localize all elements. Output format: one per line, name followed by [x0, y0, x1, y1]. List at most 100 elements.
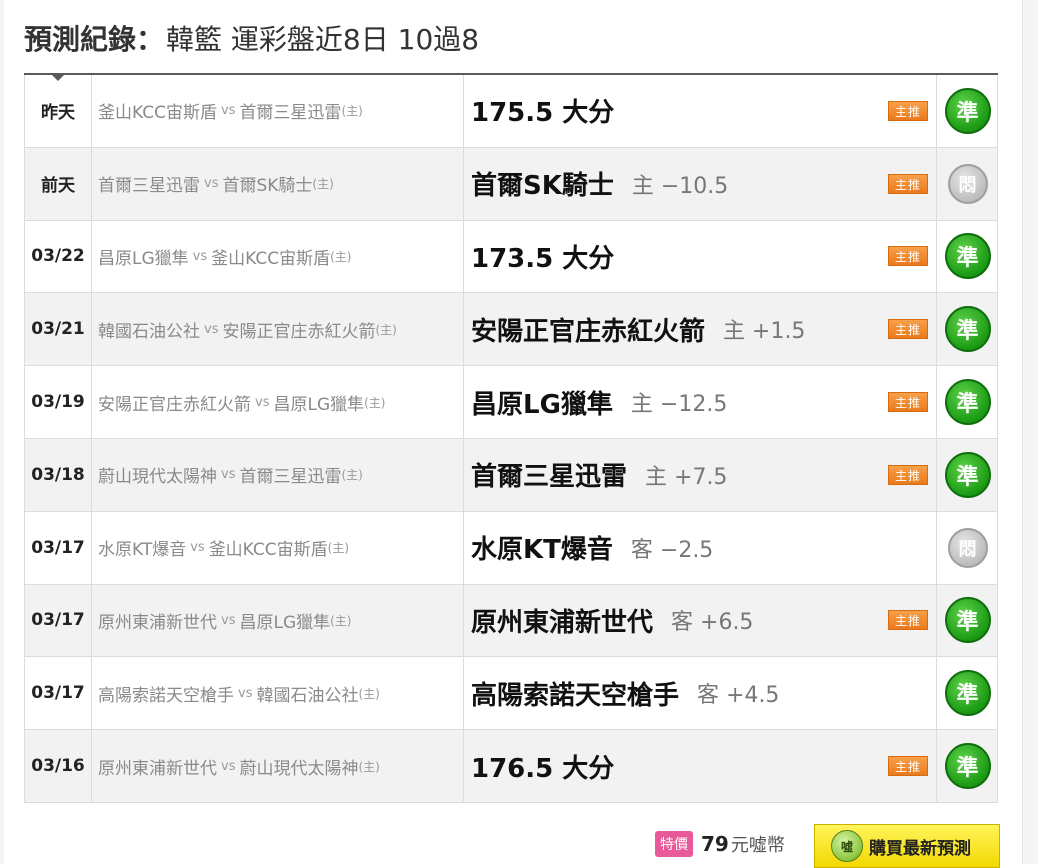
vs-label: vs	[192, 248, 208, 264]
away-team: 水原KT爆音	[98, 540, 187, 561]
row-date: 03/17	[25, 657, 92, 730]
result-hit-icon: 準	[944, 87, 991, 134]
row-result: 準	[938, 221, 997, 293]
pick-main: 高陽索諾天空槍手	[471, 680, 680, 711]
row-result: 準	[938, 293, 997, 365]
row-matchup[interactable]: 釜山KCC宙斯盾 vs 首爾三星迅雷 (主)	[92, 75, 464, 147]
featured-badge: 主推	[888, 100, 928, 121]
table-row: 03/17 原州東浦新世代 vs 昌原LG獵隼 (主) 原州東浦新世代客 +6.5 主推準	[24, 584, 998, 658]
title-colon: ：	[136, 23, 165, 56]
home-marker: (主)	[330, 613, 352, 628]
result-hit-icon: 準	[944, 670, 991, 717]
home-team: 釜山KCC宙斯盾	[208, 540, 328, 561]
result-hit-icon: 準	[944, 597, 991, 644]
away-team: 安陽正官庄赤紅火箭	[98, 394, 251, 415]
page-title: 預測紀錄：韓籃 運彩盤近8日 10過8	[24, 20, 479, 60]
table-row: 03/16 原州東浦新世代 vs 蔚山現代太陽神 (主) 176.5 大分 主推準	[24, 730, 998, 803]
buy-latest-prediction-button[interactable]: 噓 購買最新預測	[814, 824, 1000, 868]
table-row: 03/17 高陽索諾天空槍手 vs 韓國石油公社 (主) 高陽索諾天空槍手客 +4.5 準	[24, 657, 998, 731]
featured-badge: 主推	[888, 319, 928, 340]
away-team: 首爾三星迅雷	[98, 176, 200, 197]
home-team: 韓國石油公社	[256, 685, 359, 706]
pick-handicap: 客 +6.5	[671, 610, 754, 636]
featured-badge: 主推	[888, 173, 928, 194]
vs-label: vs	[221, 758, 236, 774]
home-marker: (主)	[330, 249, 352, 264]
vs-label: vs	[204, 321, 219, 337]
row-matchup[interactable]: 首爾三星迅雷 vs 首爾SK騎士 (主)	[92, 147, 464, 220]
row-result: 悶	[938, 512, 997, 584]
result-miss-icon: 悶	[947, 527, 988, 568]
pick-handicap: 主 −10.5	[631, 173, 729, 199]
home-marker: (主)	[327, 541, 350, 556]
home-team: 釜山KCC宙斯盾	[211, 248, 331, 269]
pick-handicap: 主 −12.5	[630, 392, 728, 418]
pick-main: 昌原LG獵隼	[471, 389, 613, 420]
row-matchup[interactable]: 韓國石油公社 vs 安陽正官庄赤紅火箭 (主)	[92, 293, 464, 366]
featured-badge: 主推	[888, 392, 928, 413]
home-team: 安陽正官庄赤紅火箭	[222, 321, 376, 342]
pick-handicap: 客 −2.5	[630, 537, 714, 563]
home-team: 昌原LG獵隼	[239, 612, 331, 633]
result-hit-icon: 準	[944, 379, 991, 426]
prediction-table: 昨天 釜山KCC宙斯盾 vs 首爾三星迅雷 (主) 175.5 大分 主推準前天 首爾三星迅雷…	[24, 73, 998, 803]
pick-main: 175.5 大分	[471, 98, 615, 129]
row-date: 前天	[25, 147, 92, 220]
special-price-badge: 特價	[655, 831, 693, 857]
away-team: 原州東浦新世代	[98, 612, 217, 633]
featured-badge: 主推	[888, 610, 928, 631]
home-marker: (主)	[312, 177, 334, 192]
vs-label: vs	[221, 612, 236, 628]
row-matchup[interactable]: 昌原LG獵隼 vs 釜山KCC宙斯盾 (主)	[92, 220, 464, 293]
title-label: 預測紀錄	[24, 23, 137, 56]
row-pick: 首爾三星迅雷主 +7.5 主推	[465, 438, 937, 511]
featured-badge: 主推	[888, 246, 928, 267]
pick-main: 首爾三星迅雷	[471, 462, 628, 493]
row-matchup[interactable]: 高陽索諾天空槍手 vs 韓國石油公社 (主)	[92, 657, 464, 730]
home-marker: (主)	[341, 468, 363, 483]
vs-label: vs	[190, 540, 205, 556]
row-pick: 安陽正官庄赤紅火箭主 +1.5 主推	[465, 293, 937, 366]
price-info: 特價 79 元噓幣	[655, 828, 785, 860]
row-result: 準	[938, 730, 997, 802]
result-hit-icon: 準	[944, 306, 991, 353]
row-date: 03/22	[25, 220, 92, 293]
row-matchup[interactable]: 原州東浦新世代 vs 蔚山現代太陽神 (主)	[92, 730, 464, 802]
home-marker: (主)	[358, 759, 380, 774]
title-rest: 韓籃 運彩盤近8日 10過8	[166, 23, 480, 56]
row-result: 準	[938, 439, 997, 511]
row-matchup[interactable]: 原州東浦新世代 vs 昌原LG獵隼 (主)	[92, 584, 464, 657]
row-matchup[interactable]: 安陽正官庄赤紅火箭 vs 昌原LG獵隼 (主)	[92, 366, 464, 438]
vs-label: vs	[238, 685, 253, 701]
right-scroll-gutter	[1022, 0, 1038, 864]
row-result: 悶	[938, 148, 997, 220]
row-matchup[interactable]: 水原KT爆音 vs 釜山KCC宙斯盾 (主)	[92, 511, 464, 584]
left-frame-edge	[0, 0, 4, 864]
price-value: 79	[701, 832, 729, 856]
table-row: 昨天 釜山KCC宙斯盾 vs 首爾三星迅雷 (主) 175.5 大分 主推準	[24, 75, 998, 148]
home-team: 蔚山現代太陽神	[239, 758, 359, 779]
row-date: 03/16	[25, 730, 92, 802]
vs-label: vs	[204, 176, 219, 192]
coin-icon: 噓	[831, 830, 863, 862]
vs-label: vs	[255, 394, 270, 410]
row-date: 03/19	[25, 366, 92, 438]
home-marker: (主)	[364, 395, 386, 410]
pick-main: 原州東浦新世代	[471, 607, 654, 638]
row-date: 昨天	[25, 75, 92, 147]
row-matchup[interactable]: 蔚山現代太陽神 vs 首爾三星迅雷 (主)	[92, 438, 464, 511]
table-row: 前天 首爾三星迅雷 vs 首爾SK騎士 (主) 首爾SK騎士主 −10.5 主推悶	[24, 147, 998, 221]
featured-badge: 主推	[888, 464, 928, 485]
result-hit-icon: 準	[944, 743, 991, 790]
pick-main: 173.5 大分	[471, 243, 615, 274]
row-result: 準	[938, 585, 997, 657]
away-team: 高陽索諾天空槍手	[98, 685, 234, 706]
pick-handicap: 主 +7.5	[645, 464, 728, 490]
table-row: 03/18 蔚山現代太陽神 vs 首爾三星迅雷 (主) 首爾三星迅雷主 +7.5 主推準	[24, 438, 998, 512]
row-pick: 176.5 大分 主推	[465, 730, 937, 802]
row-date: 03/21	[25, 293, 92, 366]
result-hit-icon: 準	[944, 233, 991, 280]
row-pick: 173.5 大分 主推	[465, 220, 937, 293]
buy-button-label: 購買最新預測	[869, 838, 971, 859]
home-marker: (主)	[341, 104, 363, 119]
